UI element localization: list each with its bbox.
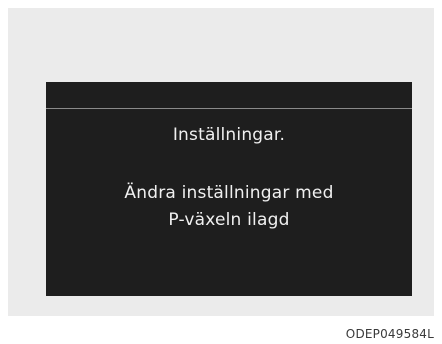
header-divider [46, 108, 412, 109]
message-line-1: Ändra inställningar med [124, 183, 334, 203]
cluster-display: Inställningar. Ändra inställningar med P… [46, 82, 412, 296]
background-panel: Inställningar. Ändra inställningar med P… [8, 8, 434, 316]
display-message: Ändra inställningar med P-växeln ilagd [46, 180, 412, 234]
display-title: Inställningar. [172, 125, 286, 145]
figure-code: ODEP049584L [345, 327, 434, 341]
message-line-2: P-växeln ilagd [168, 210, 290, 230]
